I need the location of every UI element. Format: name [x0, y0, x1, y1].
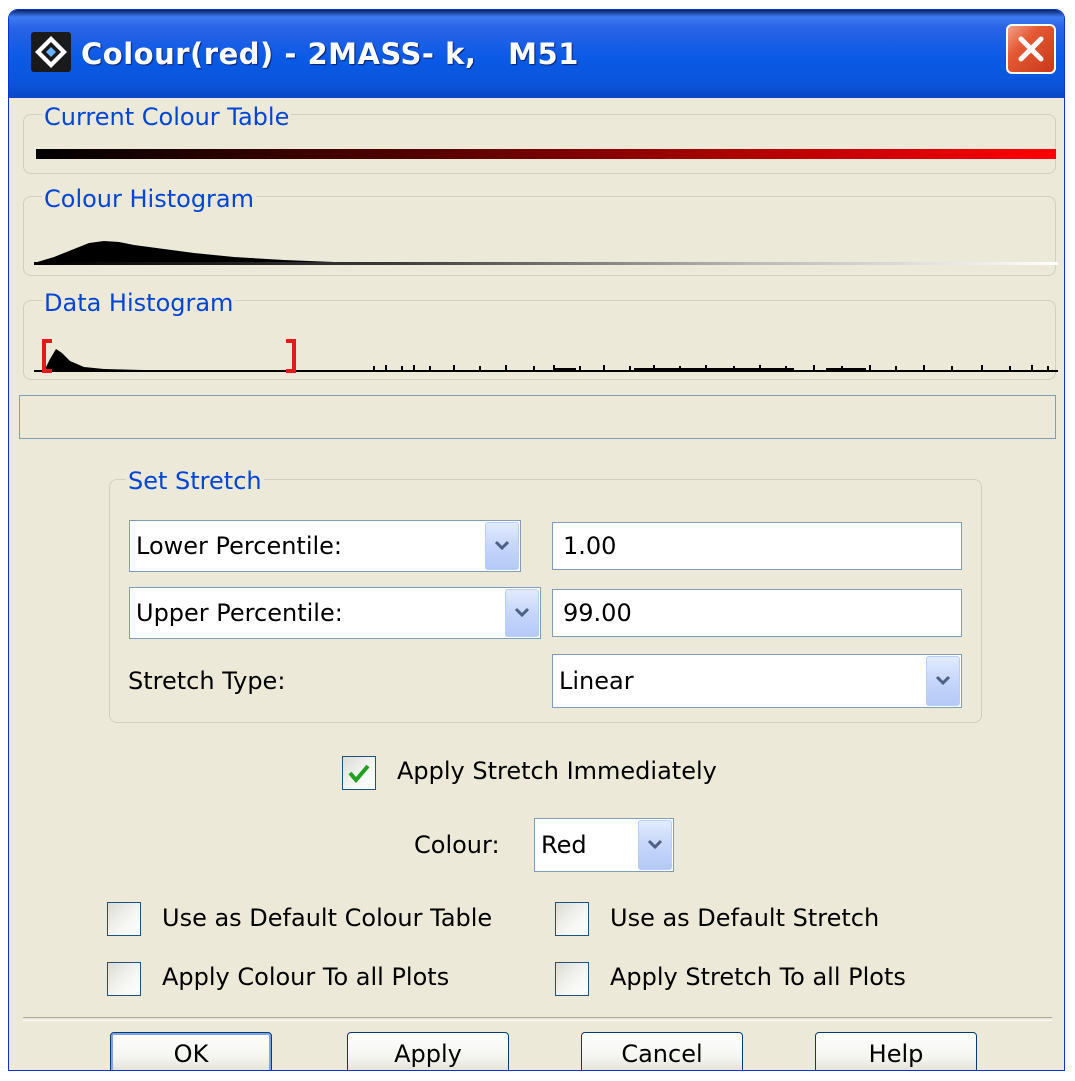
current-colour-table-panel: Current Colour Table: [23, 103, 1056, 174]
lower-percentile-select-text: Lower Percentile:: [136, 532, 343, 560]
data-histogram-graph[interactable]: [34, 329, 1058, 373]
colour-histogram-label: Colour Histogram: [42, 185, 256, 213]
current-colour-table-label: Current Colour Table: [42, 103, 292, 131]
ok-button[interactable]: OK: [110, 1032, 272, 1070]
chevron-down-icon[interactable]: [638, 820, 672, 870]
colour-table-bar: [36, 149, 1056, 159]
apply-stretch-all-label[interactable]: Apply Stretch To all Plots: [610, 962, 906, 992]
cancel-button[interactable]: Cancel: [581, 1032, 743, 1070]
upper-percentile-select-text: Upper Percentile:: [136, 599, 343, 627]
lower-percentile-select[interactable]: Lower Percentile:: [129, 520, 521, 572]
default-colour-table-checkbox[interactable]: [107, 902, 141, 936]
data-histogram-label: Data Histogram: [42, 289, 236, 317]
default-stretch-checkbox[interactable]: [555, 902, 589, 936]
colour-histogram-panel: Colour Histogram: [23, 185, 1058, 276]
check-mark-icon: [348, 764, 370, 784]
apply-stretch-all-checkbox[interactable]: [555, 962, 589, 996]
close-icon: [1018, 36, 1044, 62]
colour-histogram-graph: [34, 241, 1058, 265]
colour-select-value: Red: [541, 831, 587, 859]
window-title: Colour(red) - 2MASS- k, M51: [81, 37, 579, 71]
stretch-type-select[interactable]: Linear: [552, 654, 962, 708]
chevron-down-icon[interactable]: [485, 522, 519, 570]
colour-dialog: Colour(red) - 2MASS- k, M51 Current Colo…: [8, 9, 1065, 1071]
colour-label: Colour:: [414, 831, 500, 859]
stretch-type-label: Stretch Type:: [128, 667, 286, 695]
upper-percentile-select[interactable]: Upper Percentile:: [129, 587, 541, 639]
apply-colour-all-label[interactable]: Apply Colour To all Plots: [162, 962, 449, 992]
status-strip: [19, 395, 1056, 439]
upper-percentile-value: 99.00: [563, 599, 632, 627]
help-button[interactable]: Help: [815, 1032, 977, 1070]
lower-percentile-input[interactable]: 1.00: [552, 522, 962, 570]
data-histogram-panel: Data Histogram: [23, 289, 1058, 380]
chevron-down-icon[interactable]: [505, 589, 539, 637]
close-button[interactable]: [1006, 24, 1056, 74]
default-stretch-label[interactable]: Use as Default Stretch: [610, 903, 879, 933]
set-stretch-panel: Set Stretch Lower Percentile: 1.00 Upper…: [109, 467, 982, 723]
upper-percentile-input[interactable]: 99.00: [552, 589, 962, 637]
lower-percentile-value: 1.00: [563, 532, 617, 560]
colour-select[interactable]: Red: [534, 818, 674, 872]
button-separator: [23, 1017, 1052, 1021]
apply-immediately-checkbox[interactable]: [342, 756, 376, 790]
upper-bound-marker: [286, 339, 296, 373]
chevron-down-icon[interactable]: [926, 656, 960, 706]
set-stretch-label: Set Stretch: [126, 467, 264, 495]
app-icon: [31, 32, 71, 72]
apply-colour-all-checkbox[interactable]: [107, 962, 141, 996]
apply-button[interactable]: Apply: [347, 1032, 509, 1070]
default-colour-table-label[interactable]: Use as Default Colour Table: [162, 903, 492, 933]
apply-immediately-label[interactable]: Apply Stretch Immediately: [397, 756, 717, 786]
stretch-type-value: Linear: [559, 667, 634, 695]
title-bar[interactable]: Colour(red) - 2MASS- k, M51: [9, 10, 1064, 98]
